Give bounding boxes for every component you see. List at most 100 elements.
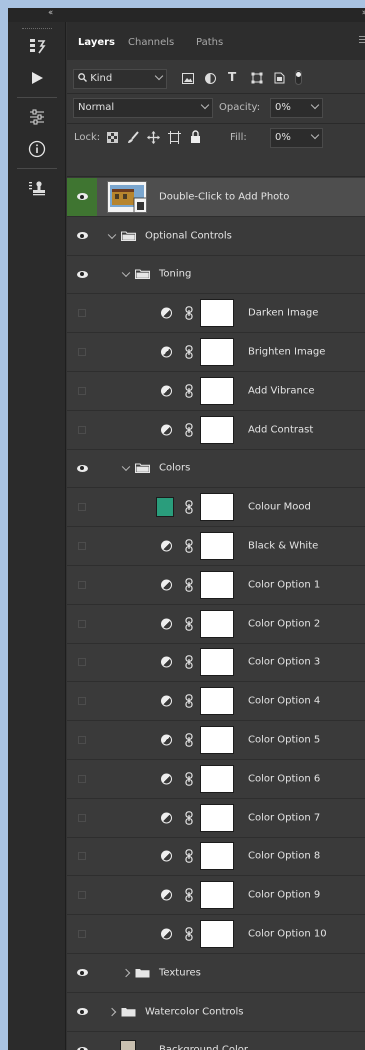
layer-visibility-toggle[interactable] — [67, 838, 97, 876]
layer-name[interactable]: Toning — [159, 269, 191, 280]
layer-mask-thumbnail[interactable] — [200, 376, 234, 405]
info-icon[interactable] — [8, 133, 66, 165]
lock-transparent-pixels-icon[interactable] — [107, 132, 118, 143]
adjustment-layer-icon[interactable] — [161, 695, 172, 707]
layer-row[interactable]: Background Color — [67, 1031, 365, 1050]
link-icon[interactable] — [185, 578, 193, 592]
color-fill-thumbnail[interactable] — [156, 497, 174, 518]
layer-visibility-toggle[interactable] — [67, 721, 97, 759]
layer-visibility-toggle[interactable] — [67, 760, 97, 798]
layer-row[interactable]: Color Option 6 — [67, 759, 365, 799]
link-icon[interactable] — [185, 694, 193, 709]
layer-row[interactable]: Textures — [67, 953, 365, 993]
link-icon[interactable] — [185, 849, 193, 864]
layer-mask-thumbnail[interactable] — [200, 493, 234, 522]
layer-visibility-toggle[interactable] — [67, 178, 97, 216]
layer-mask-thumbnail[interactable] — [200, 842, 234, 871]
layer-visibility-toggle[interactable] — [67, 217, 97, 255]
chevron-down-icon[interactable] — [121, 463, 131, 472]
adjustment-layer-icon[interactable] — [161, 656, 172, 668]
layer-name[interactable]: Color Option 6 — [248, 773, 320, 784]
layer-name[interactable]: Color Option 9 — [248, 890, 320, 901]
layer-visibility-toggle[interactable] — [67, 799, 97, 837]
link-icon[interactable] — [185, 733, 193, 747]
opacity-field[interactable]: 0% — [270, 98, 323, 118]
layer-mask-thumbnail[interactable] — [200, 726, 234, 755]
layer-name[interactable]: Color Option 10 — [248, 929, 327, 940]
adjustment-layer-icon[interactable] — [161, 812, 172, 824]
type-layer-filter-icon[interactable]: T — [228, 70, 236, 84]
layer-mask-thumbnail[interactable] — [200, 609, 234, 638]
layer-mask-thumbnail[interactable] — [200, 415, 234, 444]
lock-artboard-nesting-icon[interactable] — [168, 131, 181, 144]
layer-mask-thumbnail[interactable] — [200, 648, 234, 677]
layer-row[interactable]: Add Vibrance — [67, 371, 365, 411]
layer-row[interactable]: Colour Mood — [67, 488, 365, 528]
layer-row[interactable]: Black & White — [67, 527, 365, 566]
link-icon[interactable] — [185, 927, 193, 941]
layer-visibility-toggle[interactable] — [67, 1032, 97, 1050]
layer-row[interactable]: Color Option 2 — [67, 604, 365, 644]
layer-name[interactable]: Color Option 8 — [248, 851, 320, 862]
link-icon[interactable] — [185, 345, 193, 359]
layer-thumbnail[interactable] — [107, 180, 147, 213]
layer-name[interactable]: Brighten Image — [248, 347, 325, 358]
adjustment-layer-icon[interactable] — [161, 773, 172, 785]
history-icon[interactable] — [8, 30, 66, 62]
link-icon[interactable] — [185, 655, 193, 670]
layer-mask-thumbnail[interactable] — [200, 803, 234, 832]
layer-name[interactable]: Color Option 2 — [248, 618, 320, 629]
adjustment-layer-icon[interactable] — [161, 618, 172, 630]
layer-visibility-toggle[interactable] — [67, 605, 97, 643]
layer-name[interactable]: Color Option 3 — [248, 657, 320, 668]
layer-visibility-toggle[interactable] — [67, 372, 97, 410]
layer-row[interactable]: Color Option 9 — [67, 876, 365, 916]
layer-name[interactable]: Textures — [159, 967, 201, 978]
layer-name[interactable]: Optional Controls — [145, 230, 232, 241]
layer-visibility-toggle[interactable] — [67, 682, 97, 720]
chevron-right-icon[interactable] — [121, 968, 131, 978]
layer-row[interactable]: Toning — [67, 255, 365, 295]
layer-row[interactable]: Color Option 10 — [67, 915, 365, 954]
shape-layer-filter-icon[interactable] — [251, 72, 263, 84]
adjustment-layer-icon[interactable] — [161, 346, 172, 358]
link-icon[interactable] — [185, 306, 193, 321]
layer-row[interactable]: Optional Controls — [67, 216, 365, 256]
link-icon[interactable] — [185, 616, 193, 631]
layer-name[interactable]: Watercolor Controls — [145, 1006, 244, 1017]
adjustment-layer-icon[interactable] — [161, 424, 172, 436]
collapse-toolbar-icon[interactable]: ‹‹ — [48, 8, 53, 18]
layer-visibility-toggle[interactable] — [67, 644, 97, 682]
layer-name[interactable]: Darken Image — [248, 308, 318, 319]
adjustment-layer-icon[interactable] — [161, 850, 172, 862]
panel-menu-icon[interactable] — [359, 36, 365, 45]
adjustment-layer-icon[interactable] — [161, 385, 172, 397]
layer-mask-thumbnail[interactable] — [200, 687, 234, 716]
layer-row[interactable]: Color Option 4 — [67, 682, 365, 722]
layer-name[interactable]: Colors — [159, 463, 190, 474]
layer-mask-thumbnail[interactable] — [200, 920, 234, 949]
tab-channels[interactable]: Channels — [128, 37, 174, 48]
layer-row[interactable]: Color Option 3 — [67, 643, 365, 683]
filter-kind-dropdown[interactable]: Kind — [73, 69, 167, 89]
lock-position-move-icon[interactable] — [147, 131, 160, 144]
link-icon[interactable] — [185, 539, 193, 553]
adjustment-layer-icon[interactable] — [161, 307, 172, 319]
link-icon[interactable] — [185, 500, 193, 515]
adjustment-layer-icon[interactable] — [161, 579, 172, 591]
layer-row[interactable]: Watercolor Controls — [67, 992, 365, 1032]
adjustment-layer-icon[interactable] — [161, 928, 172, 940]
smart-object-filter-icon[interactable] — [274, 72, 285, 84]
layer-row[interactable]: Double-Click to Add Photo — [67, 178, 365, 217]
layer-mask-thumbnail[interactable] — [200, 299, 234, 328]
layer-name[interactable]: Color Option 5 — [248, 735, 320, 746]
layer-visibility-toggle[interactable] — [67, 566, 97, 604]
layer-name[interactable]: Colour Mood — [248, 502, 311, 513]
layer-name[interactable]: Add Contrast — [248, 424, 313, 435]
layer-row[interactable]: Colors — [67, 449, 365, 489]
tab-layers[interactable]: Layers — [78, 37, 115, 48]
layer-row[interactable]: Add Contrast — [67, 410, 365, 450]
layer-visibility-toggle[interactable] — [67, 333, 97, 371]
layer-name[interactable]: Color Option 7 — [248, 812, 320, 823]
layer-mask-thumbnail[interactable] — [200, 764, 234, 793]
